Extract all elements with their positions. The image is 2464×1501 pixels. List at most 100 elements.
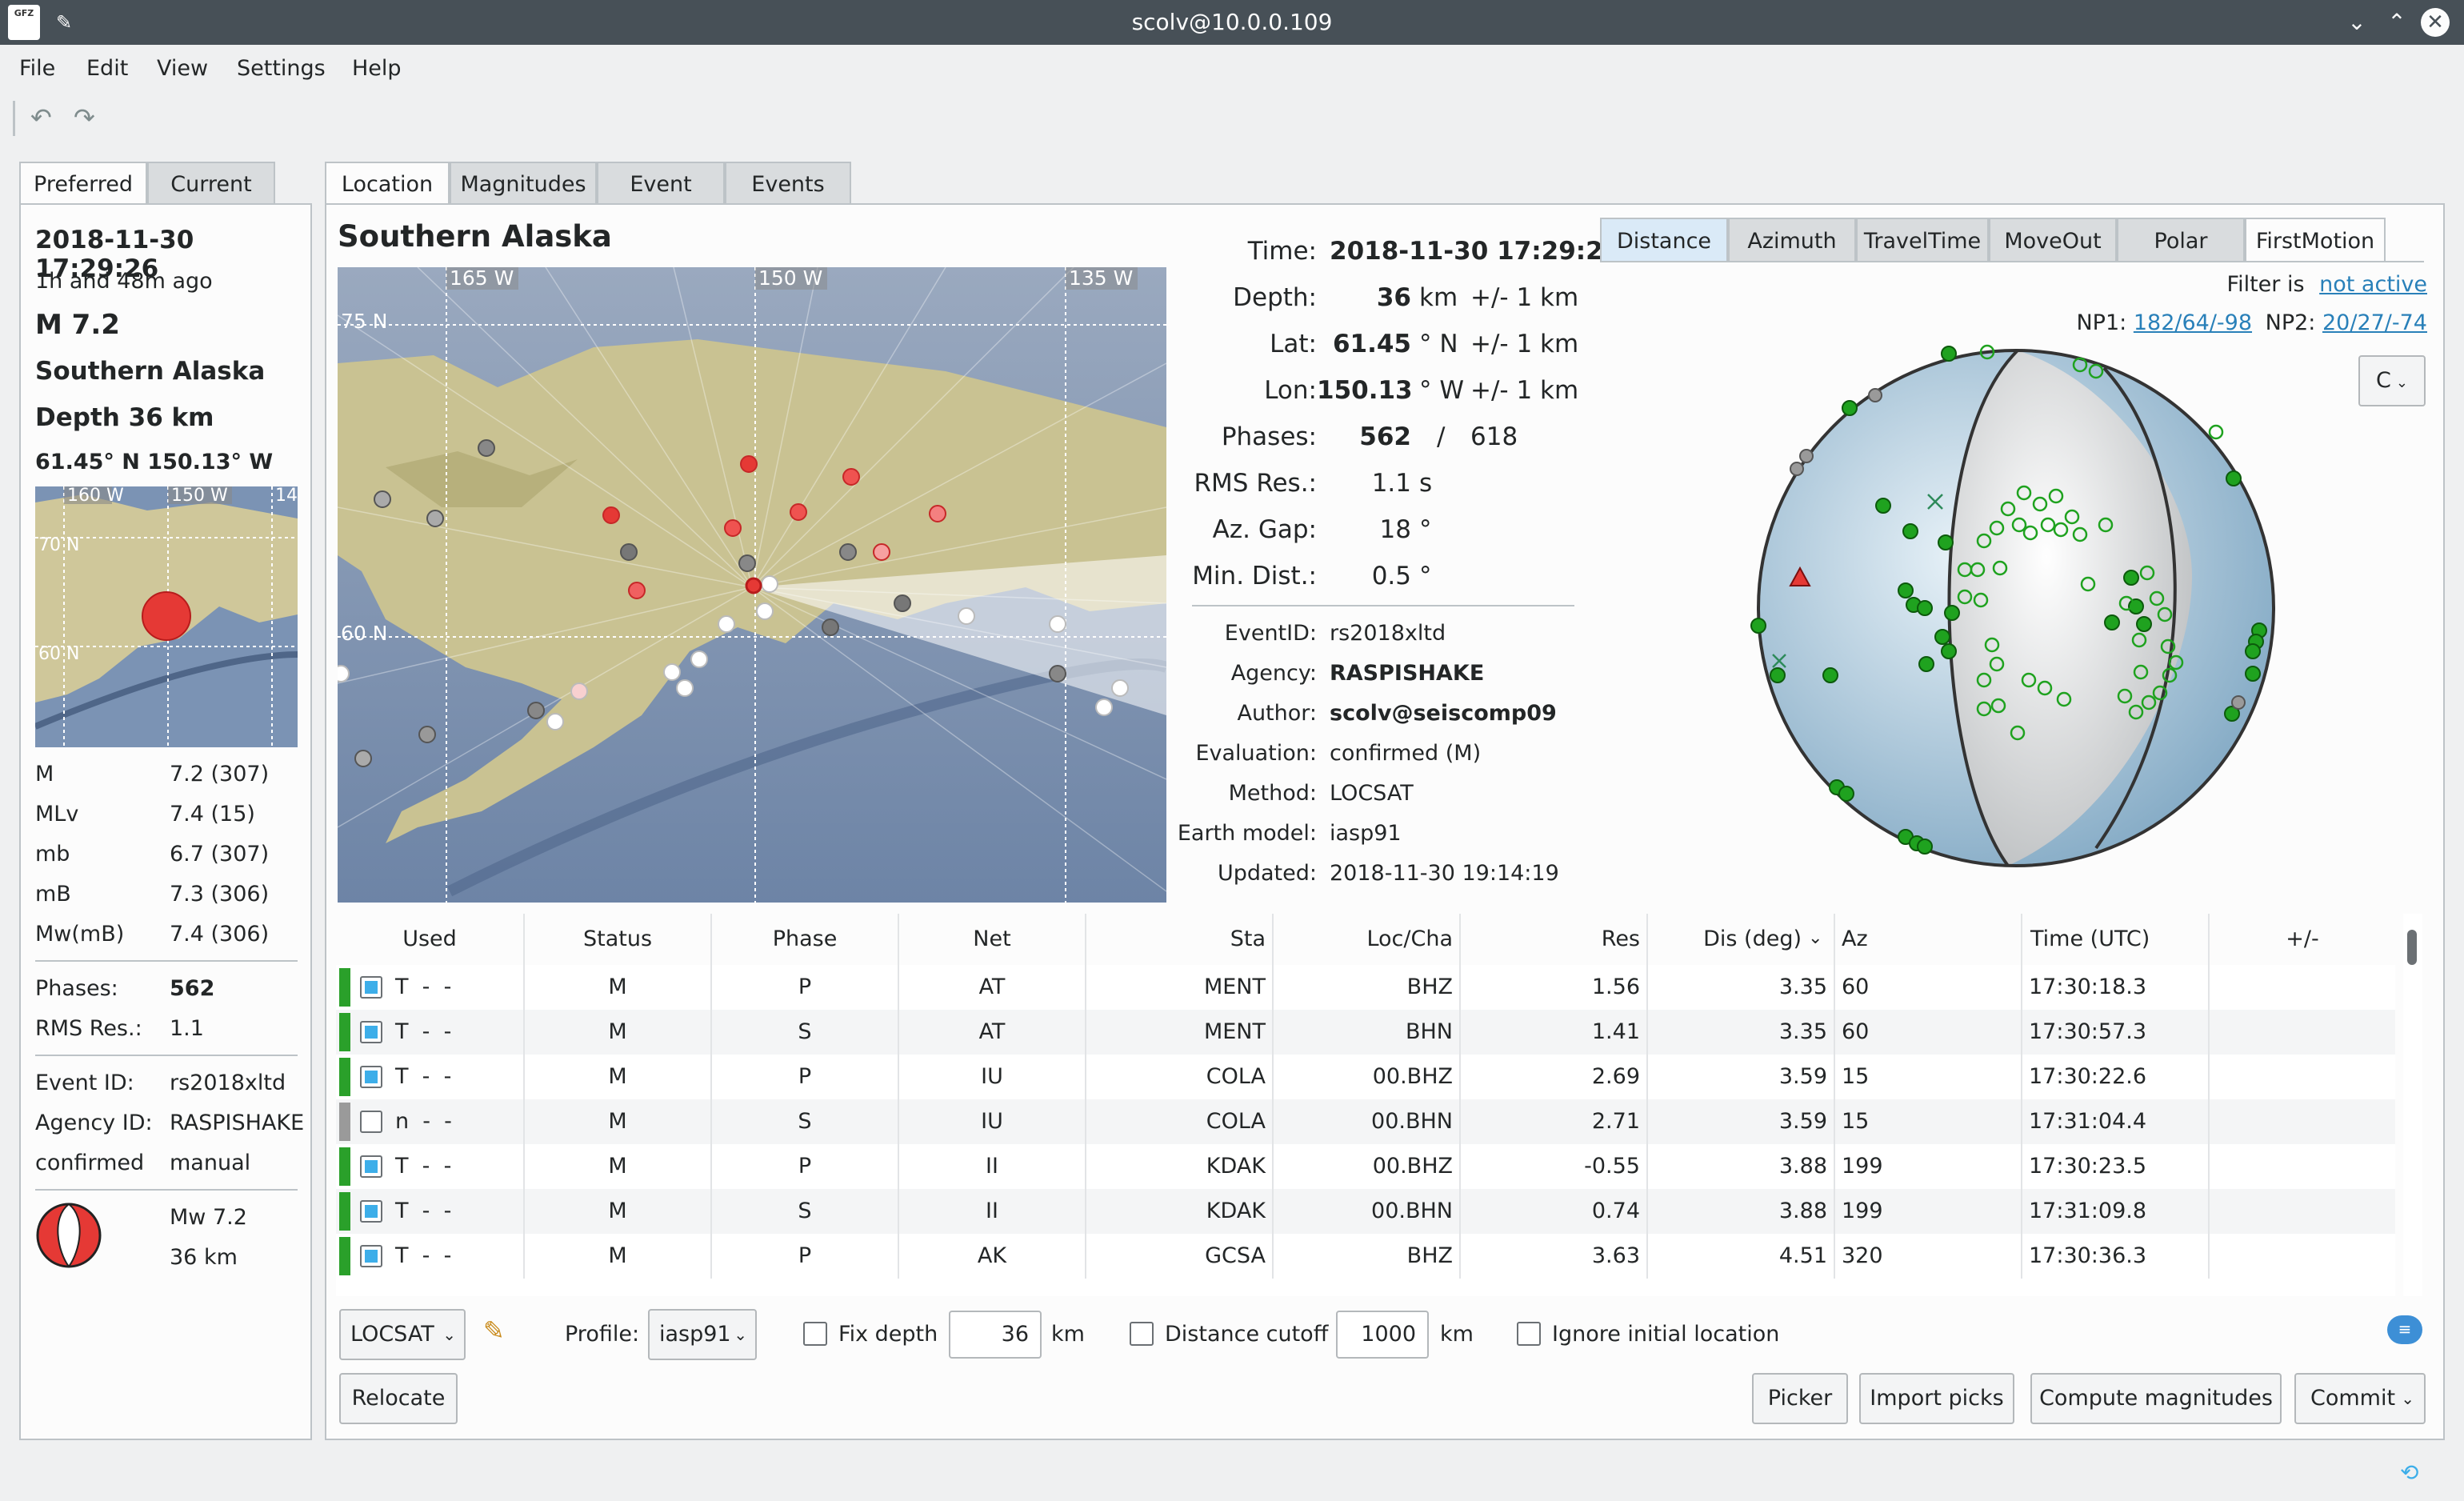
column-header-uncertainty[interactable]: +/-	[2210, 914, 2395, 965]
column-header-loccha[interactable]: Loc/Cha	[1274, 914, 1461, 965]
table-row[interactable]: T - - M P II KDAK 00.BHZ -0.55 3.88 199 17:30:23.…	[336, 1144, 2395, 1189]
column-header-sta[interactable]: Sta	[1086, 914, 1274, 965]
tab-polar[interactable]: Polar	[2117, 218, 2245, 262]
cell-net: II	[899, 1144, 1086, 1189]
table-row[interactable]: T - - M P AT MENT BHZ 1.56 3.35 60 17:30:18.3	[336, 965, 2395, 1010]
close-icon[interactable]: ✕	[2421, 8, 2450, 37]
import-picks-button[interactable]: Import picks	[1859, 1373, 2014, 1424]
summary-region: Southern Alaska	[35, 357, 266, 386]
cell-net: AT	[899, 965, 1086, 1010]
updated-label: Updated:	[1217, 861, 1317, 886]
azgap-label: Az. Gap:	[1212, 515, 1317, 544]
ignore-initial-checkbox[interactable]	[1517, 1322, 1541, 1346]
np1-link[interactable]: 182/64/-98	[2134, 310, 2252, 335]
minimize-icon[interactable]: ⌄	[2342, 8, 2371, 37]
wrench-icon[interactable]: ✎	[483, 1315, 505, 1346]
chat-icon[interactable]: ≡	[2387, 1315, 2422, 1344]
cell-loccha: BHN	[1274, 1010, 1461, 1055]
column-header-dis[interactable]: Dis (deg)	[1648, 914, 1835, 965]
locator-value: LOCSAT	[350, 1322, 434, 1347]
column-header-status[interactable]: Status	[525, 914, 712, 965]
menu-view[interactable]: View	[157, 56, 208, 81]
row-used-checkbox[interactable]	[360, 1111, 382, 1133]
plot-mode-button[interactable]: C ⌄	[2358, 355, 2426, 406]
phases-separator: /	[1437, 422, 1446, 451]
distance-cutoff-input[interactable]: 1000	[1336, 1311, 1429, 1359]
table-row[interactable]: T - - M P AK GCSA BHZ 3.63 4.51 320 17:30:36.3	[336, 1234, 2395, 1279]
location-map[interactable]: 165 W 150 W 135 W 75 N 60 N	[338, 267, 1166, 903]
relocate-button[interactable]: Relocate	[339, 1373, 458, 1424]
tab-events[interactable]: Events	[725, 162, 851, 205]
tab-firstmotion[interactable]: FirstMotion	[2245, 218, 2386, 262]
rms-unit: s	[1419, 469, 1433, 498]
menu-settings[interactable]: Settings	[237, 56, 326, 81]
np2-link[interactable]: 20/27/-74	[2322, 310, 2427, 335]
fix-depth-checkbox[interactable]	[803, 1322, 827, 1346]
redo-icon[interactable]: ↷	[74, 102, 95, 133]
row-used-checkbox[interactable]	[360, 1155, 382, 1178]
cell-status: M	[525, 1189, 712, 1234]
table-row[interactable]: T - - M S AT MENT BHN 1.41 3.35 60 17:30:57.3	[336, 1010, 2395, 1055]
commit-button[interactable]: Commit ⌄	[2294, 1373, 2426, 1424]
scrollbar-thumb[interactable]	[2407, 930, 2417, 965]
column-header-time[interactable]: Time (UTC)	[2022, 914, 2210, 965]
earthmodel-label: Earth model:	[1177, 821, 1317, 846]
row-used-checkbox[interactable]	[360, 1245, 382, 1267]
row-used-checkbox[interactable]	[360, 1021, 382, 1043]
row-used-checkbox[interactable]	[360, 1200, 382, 1223]
agency-label: Agency:	[1230, 661, 1317, 686]
toolbar: ↶ ↷	[0, 96, 2464, 144]
tab-location[interactable]: Location	[325, 162, 450, 205]
cell-loccha: 00.BHZ	[1274, 1055, 1461, 1099]
cell-used: T - -	[336, 1055, 525, 1099]
table-row[interactable]: n - - M S IU COLA 00.BHN 2.71 3.59 15 17:31:04.4	[336, 1099, 2395, 1144]
compute-magnitudes-button[interactable]: Compute magnitudes	[2030, 1373, 2282, 1424]
cell-net: IU	[899, 1055, 1086, 1099]
column-header-used[interactable]: Used	[336, 914, 525, 965]
lon-error: +/- 1 km	[1470, 376, 1579, 405]
column-header-phase[interactable]: Phase	[712, 914, 899, 965]
author-label: Author:	[1237, 701, 1317, 726]
used-flags: n - -	[395, 1109, 452, 1134]
tab-magnitudes[interactable]: Magnitudes	[450, 162, 597, 205]
cell-net: IU	[899, 1099, 1086, 1144]
table-row[interactable]: T - - M P IU COLA 00.BHZ 2.69 3.59 15 17:30:22.6	[336, 1055, 2395, 1099]
undo-icon[interactable]: ↶	[30, 102, 52, 133]
map-lon-label: 135 W	[1069, 267, 1133, 290]
azgap-unit: °	[1419, 515, 1432, 544]
scrollbar-track[interactable]	[2403, 914, 2422, 1296]
menu-edit[interactable]: Edit	[86, 56, 128, 81]
filter-link[interactable]: not active	[2319, 272, 2427, 297]
row-used-checkbox[interactable]	[360, 1066, 382, 1088]
summary-map[interactable]: 160 W 150 W 14 70 N 60 N	[35, 486, 298, 747]
first-motion-plot[interactable]	[1744, 336, 2288, 880]
tab-current[interactable]: Current	[147, 162, 275, 205]
table-row[interactable]: T - - M S II KDAK 00.BHN 0.74 3.88 199 17:31:09.8	[336, 1189, 2395, 1234]
cell-phase: S	[712, 1099, 899, 1144]
column-header-net[interactable]: Net	[899, 914, 1086, 965]
row-used-checkbox[interactable]	[360, 976, 382, 999]
cell-loccha: BHZ	[1274, 965, 1461, 1010]
picker-button[interactable]: Picker	[1752, 1373, 1848, 1424]
ignore-initial-label: Ignore initial location	[1552, 1322, 1780, 1347]
tab-moveout[interactable]: MoveOut	[1989, 218, 2117, 262]
tab-event[interactable]: Event	[597, 162, 725, 205]
cell-time: 17:31:09.8	[2022, 1189, 2210, 1234]
tab-preferred[interactable]: Preferred	[19, 162, 147, 205]
menu-file[interactable]: File	[19, 56, 55, 81]
profile-select[interactable]: iasp91 ⌄	[648, 1309, 757, 1360]
column-header-az[interactable]: Az	[1835, 914, 2022, 965]
cell-res: 0.74	[1461, 1189, 1648, 1234]
profile-label: Profile:	[565, 1322, 640, 1347]
cell-res: 1.41	[1461, 1010, 1648, 1055]
locator-select[interactable]: LOCSAT ⌄	[339, 1309, 466, 1360]
tab-azimuth[interactable]: Azimuth	[1728, 218, 1856, 262]
menu-help[interactable]: Help	[352, 56, 402, 81]
column-header-res[interactable]: Res	[1461, 914, 1648, 965]
distance-cutoff-checkbox[interactable]	[1130, 1322, 1154, 1346]
tab-traveltime[interactable]: TravelTime	[1856, 218, 1989, 262]
fix-depth-input[interactable]: 36	[949, 1311, 1042, 1359]
maximize-icon[interactable]: ⌃	[2382, 8, 2411, 37]
distance-cutoff-label: Distance cutoff	[1165, 1322, 1329, 1347]
tab-distance[interactable]: Distance	[1600, 218, 1728, 262]
